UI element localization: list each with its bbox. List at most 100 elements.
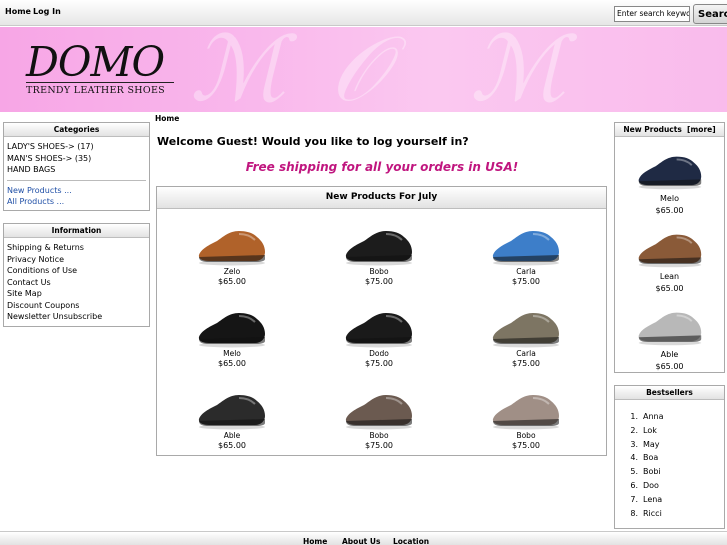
product-price: $65.00 — [218, 359, 246, 368]
product-name[interactable]: Zelo — [157, 267, 307, 276]
shoe-image[interactable] — [489, 301, 563, 349]
bestseller-rank: 1. — [630, 412, 638, 421]
logo-wordmark: DOMO — [26, 38, 165, 86]
shoe-image[interactable] — [195, 219, 269, 267]
nav-home-link[interactable]: Home — [5, 7, 31, 16]
product-price: $65.00 — [218, 441, 246, 450]
shoe-image[interactable] — [489, 383, 563, 431]
bestseller-rank: 8. — [630, 508, 638, 518]
bestseller-name[interactable]: Ricci — [643, 509, 662, 518]
product-card[interactable]: Melo $65.00 — [157, 301, 307, 371]
logo-divider — [26, 82, 174, 83]
site-logo[interactable]: DOMO TRENDY LEATHER SHOES — [26, 38, 176, 104]
bestsellers-box: Bestsellers 1. Anna 2. Lok 3. May 4. Boa 5. Bobi 6… — [614, 385, 725, 529]
breadcrumb[interactable]: Home — [155, 114, 179, 123]
bestseller-item[interactable]: 4. Boa — [626, 451, 724, 465]
bestseller-name[interactable]: Anna — [643, 412, 664, 421]
product-card[interactable]: Bobo $75.00 — [304, 383, 454, 453]
product-name[interactable]: Lean — [615, 272, 724, 281]
product-card[interactable]: Dodo $75.00 — [304, 301, 454, 371]
info-newsletter-unsubscribe[interactable]: Newsletter Unsubscribe — [7, 311, 146, 323]
category-ladys-shoes[interactable]: LADY'S SHOES-> (17) — [7, 141, 146, 153]
bestseller-item[interactable]: 1. Anna — [626, 410, 724, 424]
info-discount-coupons[interactable]: Discount Coupons — [7, 300, 146, 312]
product-name[interactable]: Melo — [157, 349, 307, 358]
product-card[interactable]: Bobo $75.00 — [451, 383, 601, 453]
shoe-image[interactable] — [342, 383, 416, 431]
categories-title: Categories — [4, 123, 149, 137]
info-privacy-notice[interactable]: Privacy Notice — [7, 254, 146, 266]
shoe-image[interactable] — [635, 301, 705, 347]
footer-about-link[interactable]: About Us — [342, 537, 380, 545]
logo-tagline: TRENDY LEATHER SHOES — [26, 85, 165, 96]
info-conditions-of-use[interactable]: Conditions of Use — [7, 265, 146, 277]
product-name[interactable]: Bobo — [304, 267, 454, 276]
nav-login-link[interactable]: Log In — [33, 7, 61, 16]
product-price: $75.00 — [365, 277, 393, 286]
information-box: Information Shipping & Returns Privacy N… — [3, 223, 150, 327]
shoe-image[interactable] — [342, 219, 416, 267]
category-mans-shoes[interactable]: MAN'S SHOES-> (35) — [7, 153, 146, 165]
categories-divider — [7, 179, 146, 181]
shoe-image[interactable] — [635, 223, 705, 269]
right-product-card[interactable]: Lean $65.00 — [615, 223, 724, 295]
bestseller-name[interactable]: Doo — [643, 481, 659, 490]
product-name[interactable]: Carla — [451, 349, 601, 358]
bestseller-rank: 6. — [630, 480, 638, 490]
bestseller-rank: 7. — [630, 494, 638, 504]
product-name[interactable]: Able — [615, 350, 724, 359]
top-bar: Home Log In Enter search keywo Search — [0, 0, 727, 26]
bestseller-item[interactable]: 2. Lok — [626, 424, 724, 438]
bestseller-item[interactable]: 8. Ricci — [626, 507, 724, 521]
product-name[interactable]: Dodo — [304, 349, 454, 358]
shoe-image[interactable] — [489, 219, 563, 267]
bestseller-name[interactable]: May — [643, 440, 660, 449]
right-product-card[interactable]: Melo $65.00 — [615, 145, 724, 217]
info-site-map[interactable]: Site Map — [7, 288, 146, 300]
more-new-products-link[interactable]: [more] — [687, 125, 716, 134]
bestseller-name[interactable]: Bobi — [643, 467, 661, 476]
bestseller-name[interactable]: Lok — [643, 426, 657, 435]
all-products-link[interactable]: All Products ... — [7, 196, 146, 208]
product-name[interactable]: Carla — [451, 267, 601, 276]
information-title: Information — [4, 224, 149, 238]
info-contact-us[interactable]: Contact Us — [7, 277, 146, 289]
shoe-image[interactable] — [195, 301, 269, 349]
banner-swirl-decoration: ℳ — [470, 27, 567, 112]
footer-home-link[interactable]: Home — [303, 537, 327, 545]
product-price: $65.00 — [655, 284, 684, 293]
product-card[interactable]: Bobo $75.00 — [304, 219, 454, 289]
bestsellers-list: 1. Anna 2. Lok 3. May 4. Boa 5. Bobi 6. Doo 7. Lena 8.… — [615, 400, 724, 520]
bestseller-rank: 5. — [630, 467, 638, 477]
product-name[interactable]: Melo — [615, 194, 724, 203]
bestseller-name[interactable]: Boa — [643, 453, 658, 462]
product-name[interactable]: Able — [157, 431, 307, 440]
shoe-image[interactable] — [195, 383, 269, 431]
product-name[interactable]: Bobo — [451, 431, 601, 440]
shoe-image[interactable] — [342, 301, 416, 349]
product-card[interactable]: Able $65.00 — [157, 383, 307, 453]
product-card[interactable]: Carla $75.00 — [451, 219, 601, 289]
search-input[interactable]: Enter search keywo — [614, 6, 690, 22]
info-shipping-returns[interactable]: Shipping & Returns — [7, 242, 146, 254]
header-banner: ℳ 𝒪 ℳ DOMO TRENDY LEATHER SHOES — [0, 27, 727, 112]
right-new-products-heading: New Products — [623, 125, 682, 134]
right-product-card[interactable]: Able $65.00 — [615, 301, 724, 373]
new-products-box: New Products For July Zelo $65.00 Bobo $75.… — [156, 186, 607, 456]
bestseller-item[interactable]: 5. Bobi — [626, 465, 724, 479]
category-hand-bags[interactable]: HAND BAGS — [7, 164, 146, 176]
bestseller-name[interactable]: Lena — [643, 495, 662, 504]
bestseller-item[interactable]: 3. May — [626, 438, 724, 452]
product-name[interactable]: Bobo — [304, 431, 454, 440]
product-card[interactable]: Carla $75.00 — [451, 301, 601, 371]
shoe-image[interactable] — [635, 145, 705, 191]
footer-location-link[interactable]: Location — [393, 537, 429, 545]
search-button[interactable]: Search — [693, 4, 727, 24]
footer-bar: Home About Us Location — [0, 531, 727, 545]
bestseller-item[interactable]: 7. Lena — [626, 493, 724, 507]
welcome-message: Welcome Guest! Would you like to log you… — [157, 135, 469, 148]
bestseller-item[interactable]: 6. Doo — [626, 479, 724, 493]
new-products-link[interactable]: New Products ... — [7, 185, 146, 197]
product-price: $65.00 — [655, 362, 684, 371]
product-card[interactable]: Zelo $65.00 — [157, 219, 307, 289]
